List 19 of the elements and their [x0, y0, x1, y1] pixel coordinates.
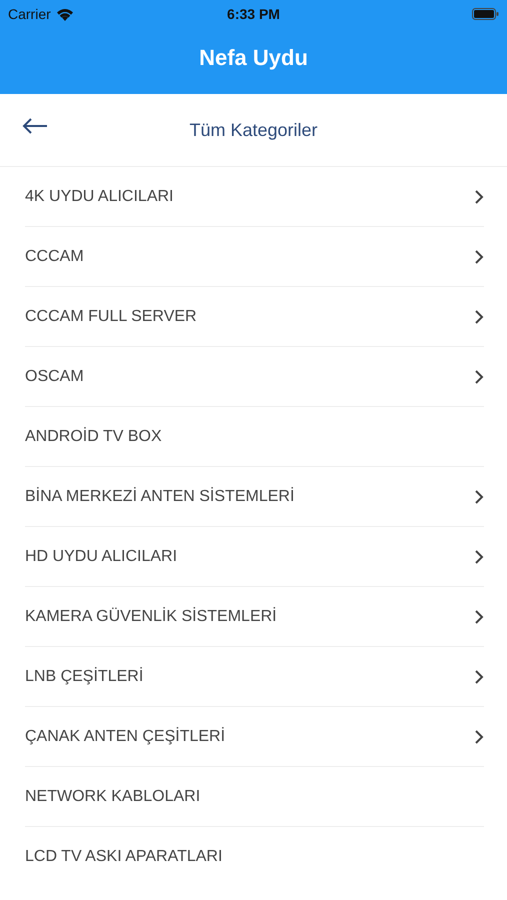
battery-icon	[472, 8, 499, 20]
page-title: Tüm Kategoriler	[189, 120, 318, 140]
carrier-name: Carrier	[8, 6, 51, 22]
category-item[interactable]: LNB ÇEŞİTLERİ	[25, 668, 144, 686]
back-button[interactable]	[22, 118, 48, 134]
category-item[interactable]: ÇANAK ANTEN ÇEŞİTLERİ	[25, 728, 226, 746]
category-item[interactable]: CCCAM	[25, 248, 84, 266]
category-item[interactable]: LCD TV ASKI APARATLARI	[25, 848, 222, 866]
category-item[interactable]: KAMERA GÜVENLİK SİSTEMLERİ	[25, 608, 277, 626]
category-item[interactable]: 4K UYDU ALICILARI	[25, 188, 174, 206]
category-item[interactable]: ANDROİD TV BOX	[25, 428, 162, 446]
wifi-icon	[56, 8, 74, 20]
app-title: Nefa Uydu	[199, 45, 308, 72]
category-item[interactable]: CCCAM FULL SERVER	[25, 308, 197, 326]
category-item[interactable]: HD UYDU ALICILARI	[25, 548, 178, 566]
status-time: 6:33 PM	[227, 6, 280, 22]
category-item[interactable]: OSCAM	[25, 368, 84, 386]
category-item[interactable]: BİNA MERKEZİ ANTEN SİSTEMLERİ	[25, 488, 294, 506]
category-item[interactable]: NETWORK KABLOLARI	[25, 788, 200, 806]
